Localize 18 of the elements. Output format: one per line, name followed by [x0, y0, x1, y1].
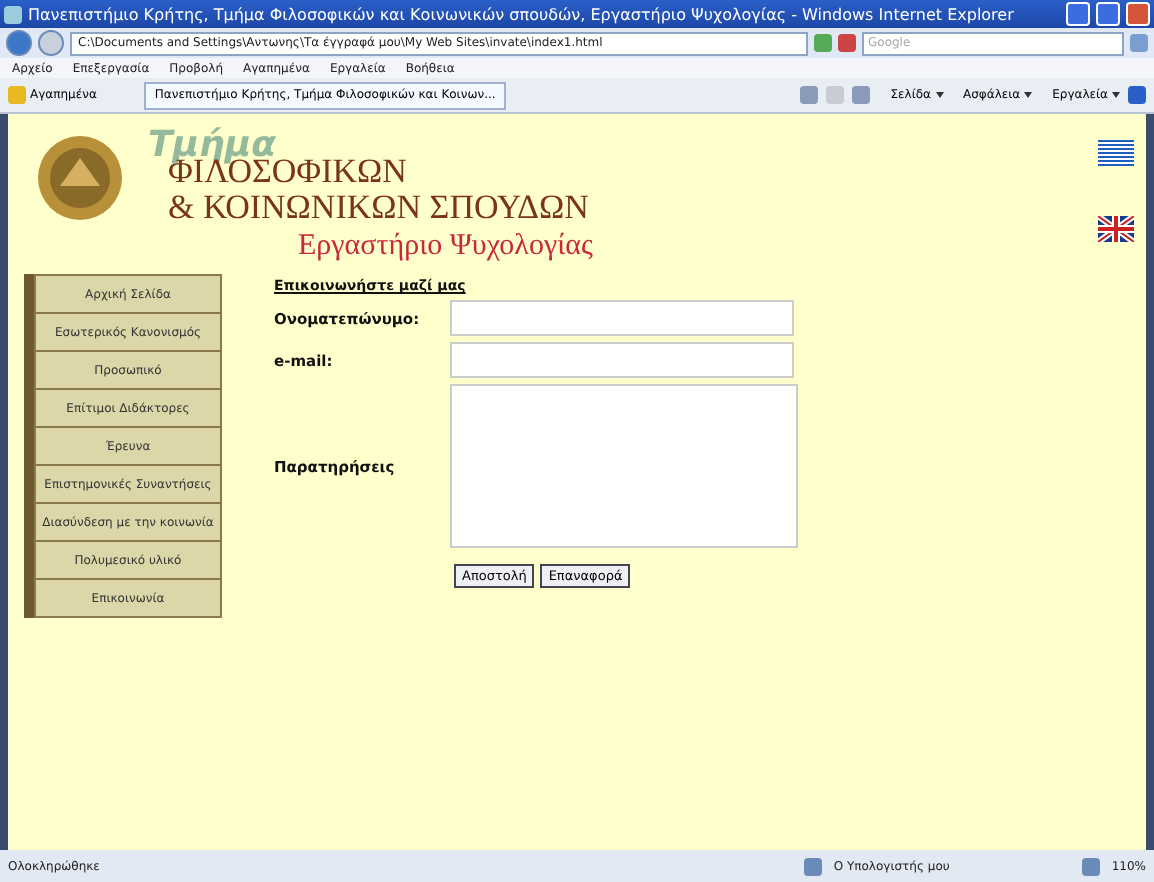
british-flag-icon[interactable] [1098, 216, 1134, 242]
comments-field[interactable] [450, 384, 798, 548]
back-button[interactable] [6, 30, 32, 56]
minimize-button[interactable] [1066, 2, 1090, 26]
input-field[interactable] [450, 342, 794, 378]
department-title: & ΚΟΙΝΩΝΙΚΩΝ ΣΠΟΥΔΩΝ [168, 190, 591, 226]
close-button[interactable] [1126, 2, 1150, 26]
coin-logo-icon [36, 134, 124, 222]
caret-icon [1112, 92, 1120, 98]
input-field[interactable] [450, 300, 794, 336]
caret-icon [935, 92, 943, 98]
window-title: Πανεπιστήμιο Κρήτης, Τμήμα Φιλοσοφικών και Κοινωνικών σπουδών, Εργαστήριο Ψυχολογίας - Windows Internet Explorer [28, 5, 1016, 23]
maximize-button[interactable] [1096, 2, 1120, 26]
forward-button[interactable] [38, 30, 64, 56]
greek-flag-icon[interactable] [1098, 140, 1134, 166]
caret-icon [1024, 92, 1033, 98]
lab-title: Εργαστήριο Ψυχολογίας [298, 230, 593, 264]
logo-text: Τμήμα [148, 124, 276, 166]
